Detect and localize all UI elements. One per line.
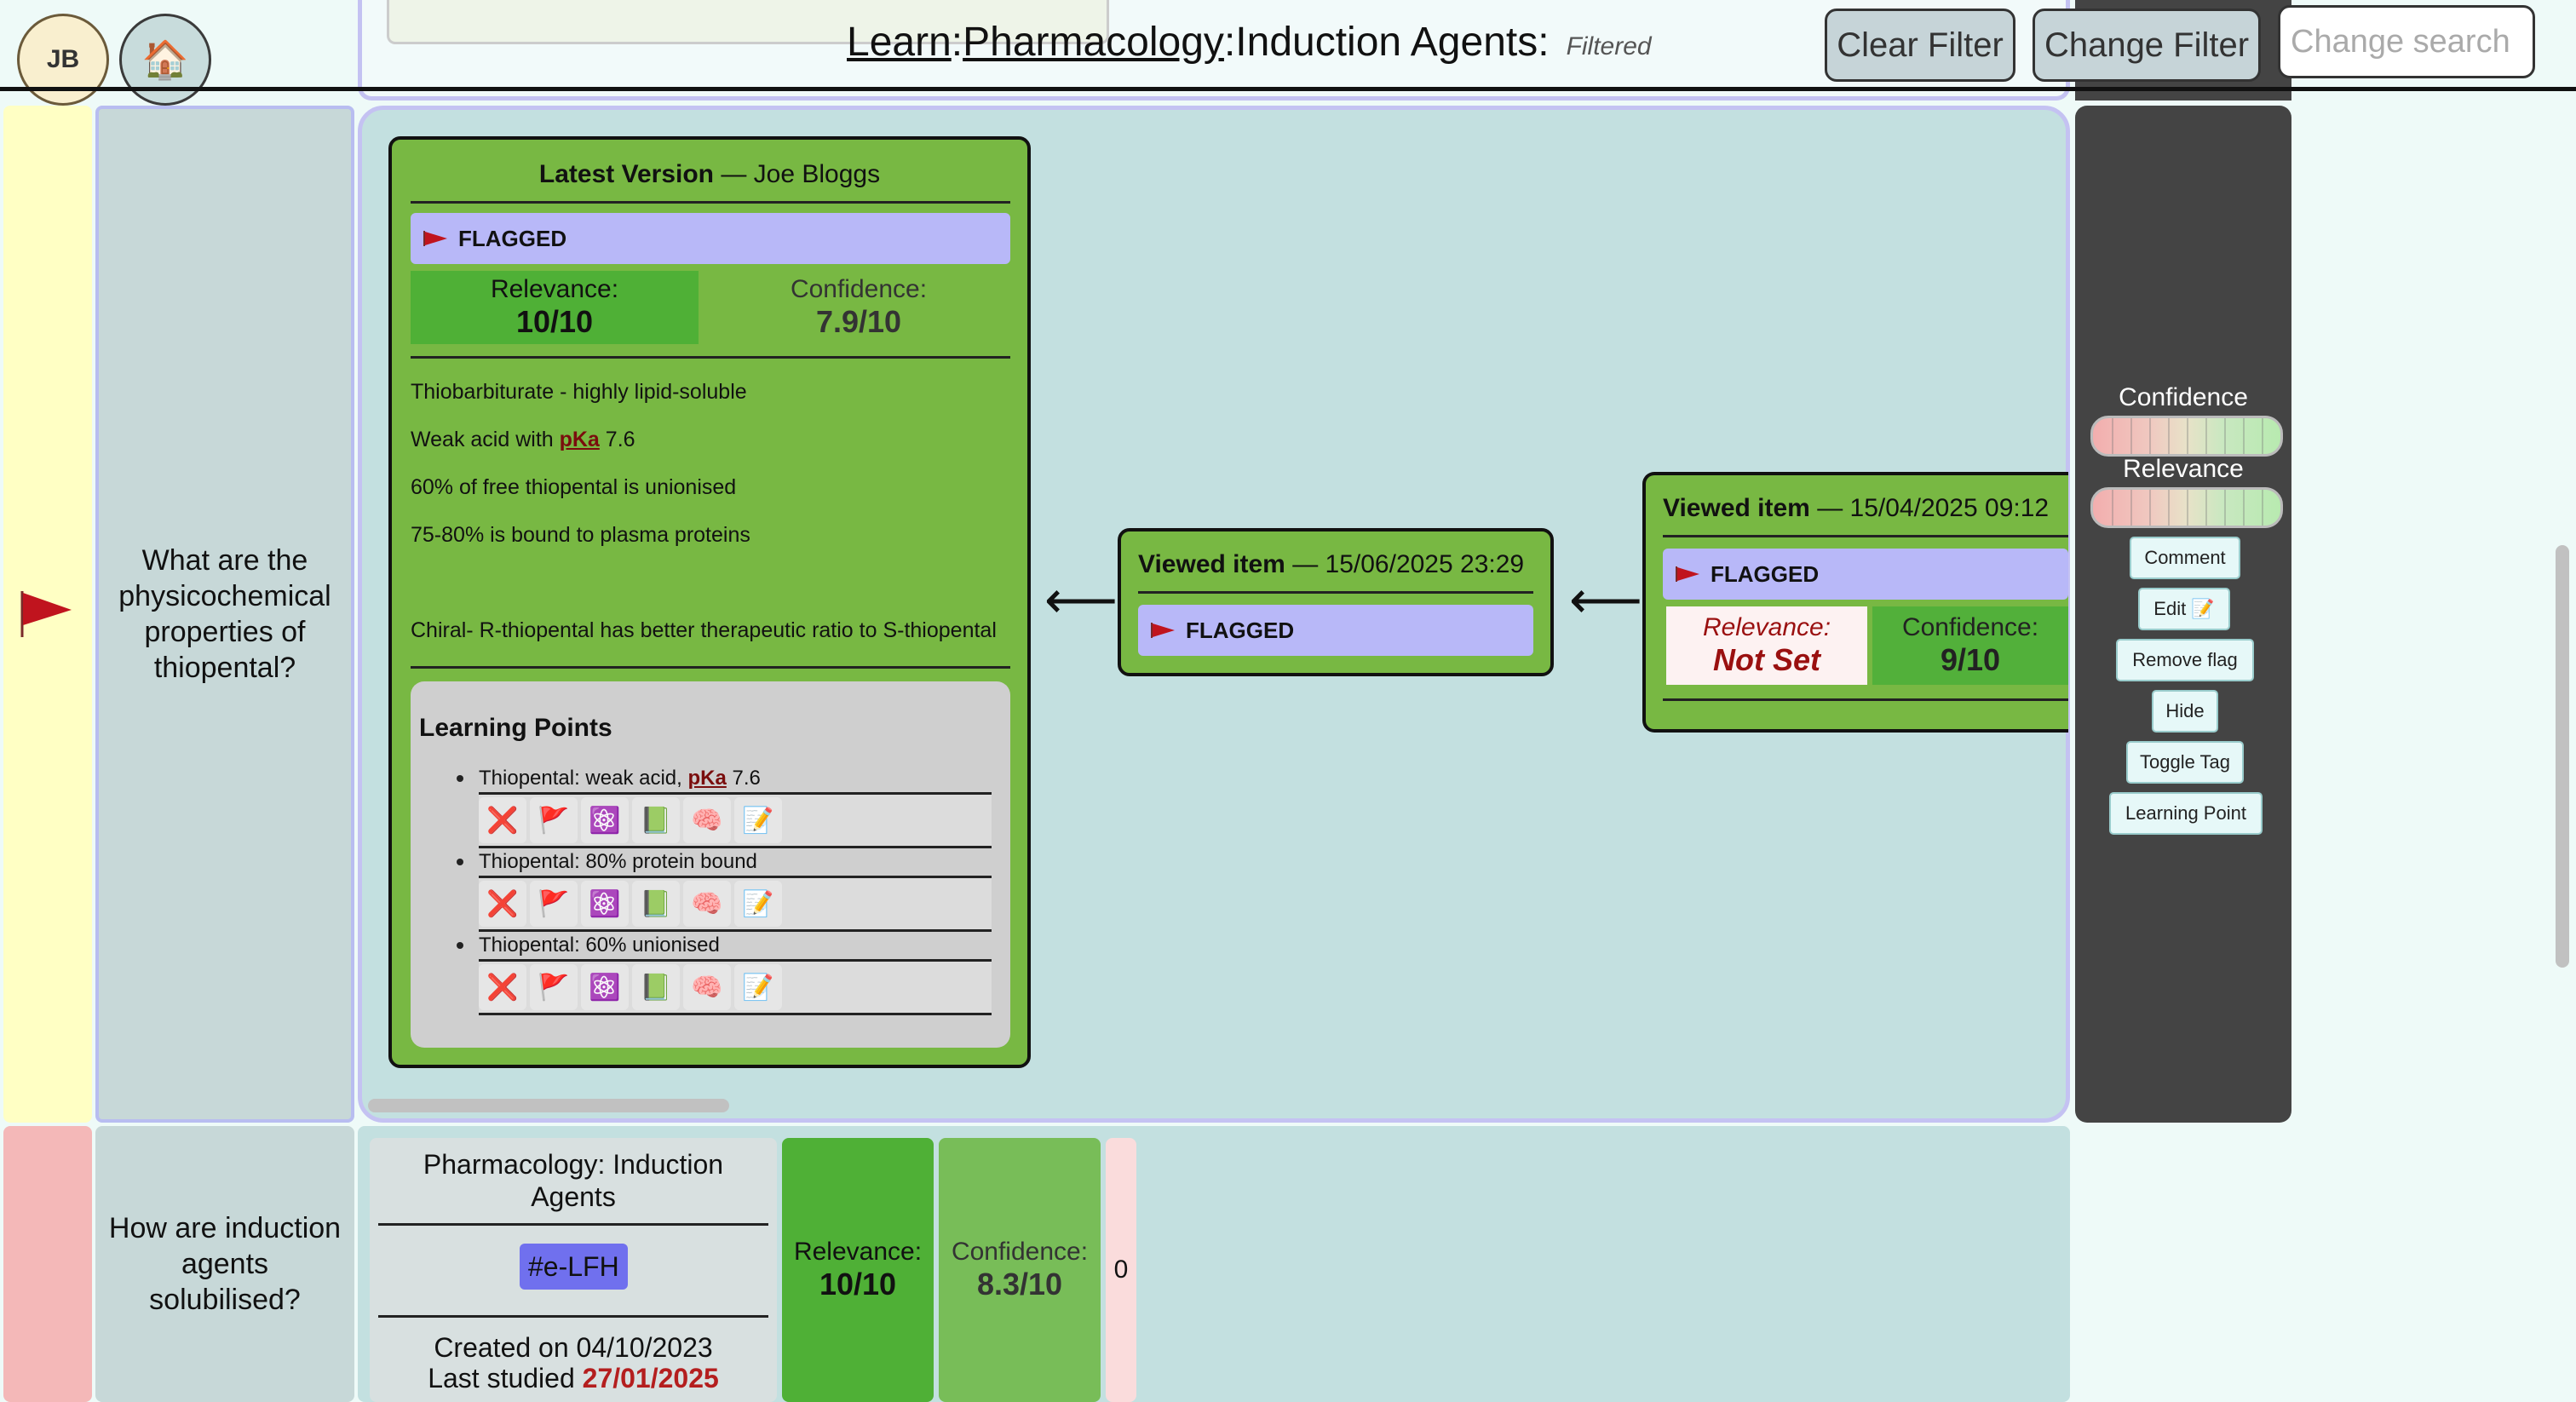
hide-button[interactable]: Hide	[2152, 690, 2218, 733]
learning-points-box: Learning Points Thiopental: weak acid, p…	[411, 681, 1010, 1048]
history-arrow: ⟵	[1044, 572, 1118, 629]
learning-point-text: Thiopental: 80% protein bound	[457, 850, 992, 878]
learning-point-actions: ❌ 🚩 ⚛️ 📗 🧠 📝	[479, 962, 992, 1015]
row-status-strip	[3, 1126, 92, 1402]
memo-icon[interactable]: 📝	[734, 964, 782, 1010]
learning-points-title: Learning Points	[419, 714, 612, 742]
change-filter-button[interactable]: Change Filter	[2033, 9, 2261, 82]
home-button[interactable]: 🏠	[119, 14, 211, 106]
learning-point-button[interactable]: Learning Point	[2109, 792, 2263, 835]
brain-icon[interactable]: 🧠	[683, 881, 731, 927]
header-divider	[0, 87, 2576, 91]
comment-button[interactable]: Comment	[2130, 537, 2240, 579]
confidence-meter[interactable]	[2090, 416, 2283, 457]
last-studied: Last studied 27/01/2025	[428, 1363, 719, 1393]
clear-filter-button[interactable]: Clear Filter	[1825, 9, 2015, 82]
note-line: Thiobarbiturate - highly lipid-soluble	[411, 380, 747, 404]
red-flag-icon	[1151, 623, 1175, 638]
remove-flag-button[interactable]: Remove flag	[2116, 639, 2254, 681]
book-icon[interactable]: 📗	[632, 797, 680, 843]
confidence-score: Confidence: 8.3/10	[939, 1138, 1101, 1402]
comment-count: 0	[1106, 1138, 1136, 1402]
history-arrow: ⟵	[1569, 572, 1643, 629]
breadcrumb-pharmacology-link[interactable]: Pharmacology	[963, 19, 1224, 66]
breadcrumb-separator: :	[951, 19, 963, 65]
flagged-badge: FLAGGED	[1663, 549, 2068, 600]
pka-link[interactable]: pKa	[560, 428, 600, 451]
toggle-tag-button[interactable]: Toggle Tag	[2126, 741, 2244, 784]
book-icon[interactable]: 📗	[632, 964, 680, 1010]
memo-icon[interactable]: 📝	[734, 797, 782, 843]
brain-icon[interactable]: 🧠	[683, 964, 731, 1010]
red-flag-icon	[423, 231, 447, 246]
edit-button[interactable]: Edit 📝	[2138, 588, 2230, 630]
atom-icon[interactable]: ⚛️	[581, 964, 629, 1010]
atom-icon[interactable]: ⚛️	[581, 881, 629, 927]
atom-icon[interactable]: ⚛️	[581, 797, 629, 843]
book-icon[interactable]: 📗	[632, 881, 680, 927]
breadcrumb-topic: Induction Agents:	[1235, 19, 1550, 65]
memo-icon[interactable]: 📝	[734, 881, 782, 927]
card-title: Latest Version — Joe Bloggs	[538, 160, 881, 188]
learning-point-text: Thiopental: 60% unionised	[457, 934, 992, 962]
relevance-score: Relevance: 10/10	[411, 271, 699, 344]
created-date: Created on 04/10/2023	[434, 1332, 713, 1363]
flagged-badge: FLAGGED	[411, 213, 1010, 264]
red-flag-icon	[1676, 566, 1699, 582]
flag-icon[interactable]: 🚩	[530, 881, 578, 927]
learning-point-item: Thiopental: 60% unionised ❌ 🚩 ⚛️ 📗 🧠 📝	[457, 934, 992, 1015]
viewed-item-card[interactable]: Viewed item — 15/06/2025 23:29 FLAGGED	[1118, 528, 1554, 676]
note-line: Weak acid with pKa 7.6	[411, 428, 635, 451]
tag-chip[interactable]: #e-LFH	[520, 1244, 628, 1290]
confidence-score: Confidence: 9/10	[1872, 606, 2068, 685]
flagged-badge: FLAGGED	[1138, 605, 1533, 656]
latest-version-card: Latest Version — Joe Bloggs FLAGGED Rele…	[388, 136, 1031, 1068]
brain-icon[interactable]: 🧠	[683, 797, 731, 843]
relevance-score: Relevance: Not Set	[1666, 606, 1867, 685]
note-line: Chiral- R-thiopental has better therapeu…	[411, 618, 997, 642]
relevance-meter[interactable]	[2090, 487, 2283, 528]
confidence-score: Confidence: 7.9/10	[707, 271, 1010, 344]
relevance-meter-label: Relevance	[2123, 455, 2244, 483]
topic-info-box: Pharmacology: Induction Agents #e-LFH Cr…	[370, 1138, 777, 1402]
pka-link[interactable]: pKa	[687, 767, 726, 790]
house-icon: 🏠	[141, 39, 189, 81]
user-avatar-button[interactable]: JB	[17, 14, 109, 106]
question-text[interactable]: What are the physicochemical properties …	[95, 106, 354, 1123]
viewed-item-card[interactable]: Viewed item — 15/04/2025 09:12 FLAGGED R…	[1642, 472, 2068, 733]
flag-icon[interactable]: 🚩	[530, 964, 578, 1010]
card-title: Viewed item — 15/06/2025 23:29	[1138, 550, 1525, 578]
question-text[interactable]: How are induction agents solubilised?	[95, 1126, 354, 1402]
relevance-score: Relevance: 10/10	[782, 1138, 934, 1402]
search-input[interactable]: Change search	[2278, 5, 2535, 78]
horizontal-scrollbar[interactable]	[368, 1099, 729, 1112]
card-title: Viewed item — 15/04/2025 09:12	[1663, 494, 2050, 522]
delete-icon[interactable]: ❌	[479, 964, 526, 1010]
learning-point-actions: ❌ 🚩 ⚛️ 📗 🧠 📝	[479, 878, 992, 932]
action-side-panel: Confidence Relevance Comment Edit 📝 Remo…	[2075, 106, 2291, 1123]
confidence-meter-label: Confidence	[2119, 383, 2248, 411]
vertical-scrollbar[interactable]	[2556, 545, 2569, 968]
red-flag-icon	[20, 591, 72, 637]
learning-point-item: Thiopental: weak acid, pKa 7.6 ❌ 🚩 ⚛️ 📗 🧠 📝	[457, 767, 992, 848]
learning-point-item: Thiopental: 80% protein bound ❌ 🚩 ⚛️ 📗 🧠 📝	[457, 850, 992, 932]
learning-point-text: Thiopental: weak acid, pKa 7.6	[457, 767, 992, 795]
breadcrumb-separator: :	[1223, 19, 1236, 65]
breadcrumb: Learn: Pharmacology: Induction Agents: Fi…	[847, 12, 1652, 72]
flag-icon[interactable]: 🚩	[530, 797, 578, 843]
filtered-indicator: Filtered	[1566, 32, 1652, 60]
topic-label: Pharmacology: Induction Agents	[423, 1149, 724, 1212]
delete-icon[interactable]: ❌	[479, 881, 526, 927]
delete-icon[interactable]: ❌	[479, 797, 526, 843]
note-line: 75-80% is bound to plasma proteins	[411, 523, 750, 547]
breadcrumb-learn-link[interactable]: Learn	[847, 19, 952, 66]
note-line: 60% of free thiopental is unionised	[411, 475, 737, 499]
learning-point-actions: ❌ 🚩 ⚛️ 📗 🧠 📝	[479, 795, 992, 848]
